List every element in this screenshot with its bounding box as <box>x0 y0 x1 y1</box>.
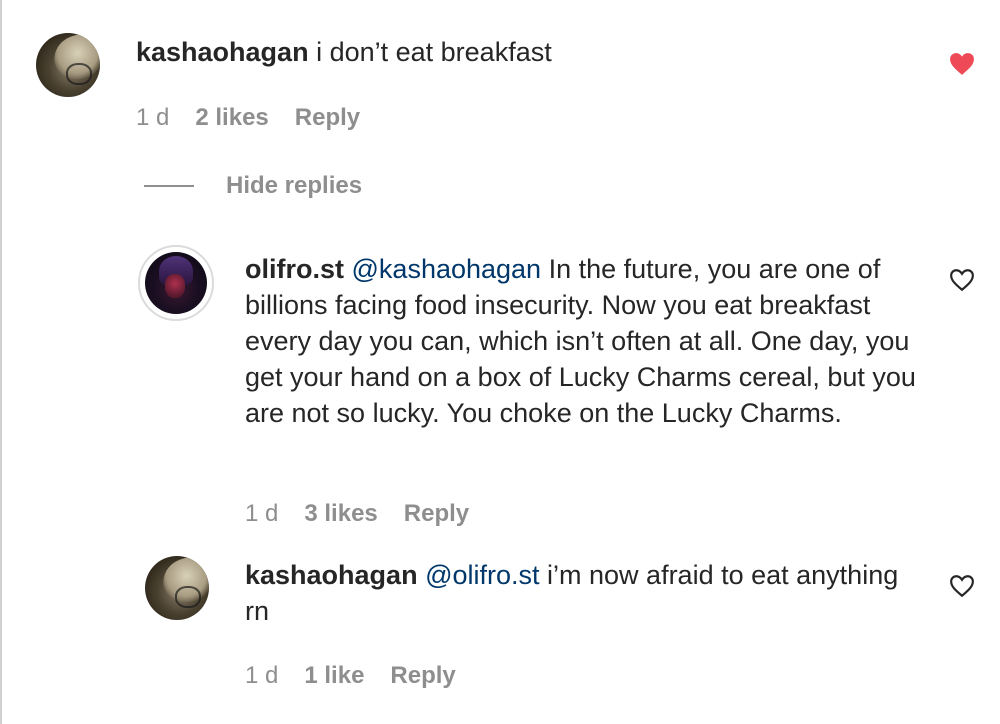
reply-username[interactable]: olifro.st <box>245 254 344 284</box>
reply-body: olifro.st @kashaohagan In the future, yo… <box>245 251 935 431</box>
avatar-story-ring[interactable] <box>138 245 214 321</box>
hide-replies-button[interactable]: Hide replies <box>144 172 362 200</box>
avatar-glasses <box>66 63 92 85</box>
avatar[interactable] <box>36 33 100 97</box>
comment-time[interactable]: 1 d <box>136 104 169 132</box>
reply-meta: 1 d 3 likes Reply <box>245 500 495 528</box>
heart-filled-icon[interactable] <box>949 52 975 76</box>
comment-meta: 1 d 2 likes Reply <box>136 104 386 132</box>
reply-text: In the future, you are one of billions f… <box>245 254 916 428</box>
reply-username[interactable]: kashaohagan <box>245 560 418 590</box>
avatar-face <box>165 274 185 298</box>
reply-button[interactable]: Reply <box>404 500 469 528</box>
comment-text: i don’t eat breakfast <box>316 37 552 67</box>
likes-count[interactable]: 1 like <box>304 662 364 690</box>
reply-button[interactable]: Reply <box>390 662 455 690</box>
reply-mention[interactable]: @olifro.st <box>425 560 539 590</box>
reply-mention[interactable]: @kashaohagan <box>352 254 542 284</box>
avatar-glasses <box>175 586 201 608</box>
reply-time[interactable]: 1 d <box>245 662 278 690</box>
avatar[interactable] <box>145 556 209 620</box>
reply-button[interactable]: Reply <box>295 104 360 132</box>
hide-replies-label: Hide replies <box>226 172 363 199</box>
comment-body: kashaohagan i don’t eat breakfast <box>136 34 916 70</box>
reply-meta: 1 d 1 like Reply <box>245 662 482 690</box>
heart-outline-icon[interactable] <box>949 574 975 598</box>
heart-outline-icon[interactable] <box>949 268 975 292</box>
divider-line <box>144 185 194 187</box>
likes-count[interactable]: 2 likes <box>195 104 268 132</box>
likes-count[interactable]: 3 likes <box>304 500 377 528</box>
comment-username[interactable]: kashaohagan <box>136 37 309 67</box>
reply-time[interactable]: 1 d <box>245 500 278 528</box>
reply-body: kashaohagan @olifro.st i’m now afraid to… <box>245 557 905 629</box>
avatar <box>145 252 207 314</box>
